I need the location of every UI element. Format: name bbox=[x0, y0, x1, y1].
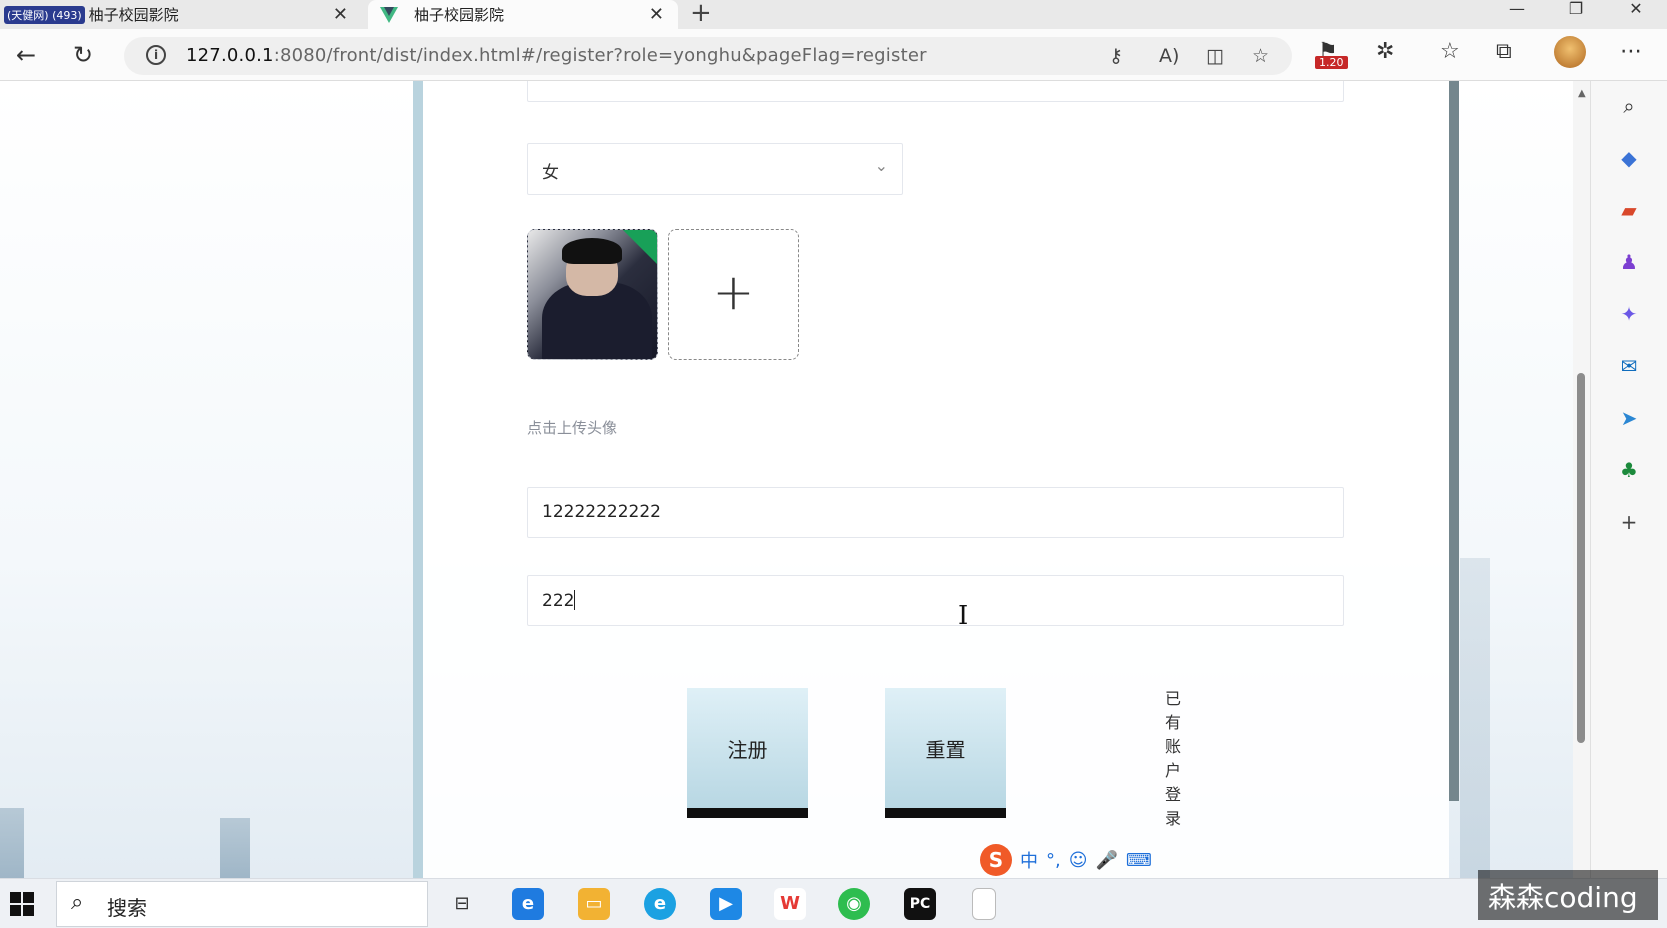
chevron-down-icon: ⌄ bbox=[874, 156, 888, 175]
info-icon[interactable]: i bbox=[146, 45, 166, 65]
ibeam-cursor-icon: I bbox=[958, 601, 969, 631]
windows-taskbar: ⌕ 搜索 ⊟ e ▭ e ▶ W ◉ PC bbox=[0, 878, 1667, 928]
copilot-icon[interactable]: ✦ bbox=[1616, 301, 1642, 327]
login-link[interactable]: 已有账户登录 bbox=[1165, 687, 1183, 831]
search-icon[interactable]: ⌕ bbox=[1616, 93, 1642, 119]
toolbox-icon[interactable]: ▰ bbox=[1616, 197, 1642, 223]
text-cursor bbox=[574, 590, 576, 610]
address-bar[interactable]: i 127.0.0.1:8080/front/dist/index.html#/… bbox=[124, 37, 1292, 75]
collections-icon[interactable]: ⧉ bbox=[1496, 39, 1512, 64]
avatar-upload-button[interactable]: + bbox=[668, 229, 799, 360]
shopping-tag-icon[interactable]: ◆ bbox=[1616, 145, 1642, 171]
building-decoration bbox=[0, 808, 24, 878]
window-close-icon[interactable]: ✕ bbox=[1616, 0, 1656, 18]
register-button[interactable]: 注册 bbox=[687, 688, 808, 818]
file-icon[interactable] bbox=[972, 888, 996, 920]
send-icon[interactable]: ➤ bbox=[1616, 405, 1642, 431]
tab-active[interactable]: 柚子校园影院 ✕ bbox=[368, 0, 678, 29]
wps-icon[interactable]: W bbox=[774, 888, 806, 920]
building-decoration bbox=[1460, 558, 1490, 878]
building-decoration bbox=[220, 818, 250, 878]
close-icon[interactable]: ✕ bbox=[333, 4, 348, 25]
scrollbar-thumb[interactable] bbox=[1577, 373, 1585, 743]
register-panel: 2 女 ⌄ + 点击上传头像 12222222222 222 注册 重置 已有账… bbox=[423, 81, 1449, 878]
ie-icon[interactable]: e bbox=[512, 888, 544, 920]
extension-badge: 1.20 bbox=[1315, 56, 1348, 69]
edge-sidebar: ⌕ ◆ ▰ ♟ ✦ ✉ ➤ ♣ + bbox=[1590, 81, 1667, 878]
tab-badge: (天健网) (493) bbox=[4, 5, 85, 24]
back-icon[interactable]: ← bbox=[16, 41, 36, 69]
upload-hint: 点击上传头像 bbox=[527, 419, 618, 437]
close-icon[interactable]: ✕ bbox=[649, 4, 664, 25]
app-icon[interactable]: ▶ bbox=[710, 888, 742, 920]
profile-avatar[interactable] bbox=[1554, 36, 1586, 68]
tab-title: 柚子校园影院 bbox=[414, 6, 505, 24]
emoji-icon[interactable]: ☺ bbox=[1069, 850, 1088, 871]
search-placeholder: 搜索 bbox=[107, 896, 147, 920]
refresh-icon[interactable]: ↻ bbox=[73, 41, 93, 69]
pycharm-icon[interactable]: PC bbox=[904, 888, 936, 920]
outlook-icon[interactable]: ✉ bbox=[1616, 353, 1642, 379]
page-background: 2 女 ⌄ + 点击上传头像 12222222222 222 注册 重置 已有账… bbox=[0, 81, 1590, 878]
gender-select[interactable]: 女 ⌄ bbox=[527, 143, 903, 195]
vue-logo-icon bbox=[380, 6, 398, 23]
wechat-icon[interactable]: ◉ bbox=[838, 888, 870, 920]
plus-icon: + bbox=[712, 263, 755, 321]
tab-title: 柚子校园影院 bbox=[88, 6, 179, 24]
ime-punct[interactable]: °, bbox=[1046, 850, 1061, 871]
new-tab-button[interactable]: + bbox=[690, 0, 712, 28]
minimize-icon[interactable]: — bbox=[1497, 0, 1537, 18]
watermark: 森森coding bbox=[1478, 870, 1658, 920]
microphone-icon[interactable]: 🎤 bbox=[1096, 850, 1118, 871]
restore-icon[interactable]: ❐ bbox=[1556, 0, 1596, 18]
extensions-icon[interactable]: ✲ bbox=[1376, 39, 1394, 64]
add-favorite-icon[interactable]: ☆ bbox=[1252, 45, 1269, 67]
url-text[interactable]: 127.0.0.1:8080/front/dist/index.html#/re… bbox=[186, 45, 927, 66]
edge-icon[interactable]: e bbox=[644, 888, 676, 920]
file-explorer-icon[interactable]: ▭ bbox=[578, 888, 610, 920]
gender-value: 女 bbox=[542, 163, 559, 183]
name-field[interactable]: 2 bbox=[527, 81, 1344, 102]
email-field[interactable]: 222 bbox=[527, 575, 1344, 626]
add-icon[interactable]: + bbox=[1616, 509, 1642, 535]
reset-button[interactable]: 重置 bbox=[885, 688, 1006, 818]
task-view-icon[interactable]: ⊟ bbox=[446, 888, 478, 920]
more-icon[interactable]: ⋯ bbox=[1620, 39, 1642, 64]
phone-field[interactable]: 12222222222 bbox=[527, 487, 1344, 538]
keyboard-icon[interactable]: ⌨ bbox=[1126, 850, 1152, 871]
browser-toolbar: ← ↻ i 127.0.0.1:8080/front/dist/index.ht… bbox=[0, 29, 1667, 81]
panel-right-border bbox=[1449, 81, 1459, 801]
ime-mode[interactable]: 中 bbox=[1020, 847, 1038, 873]
sogou-logo-icon[interactable]: S bbox=[980, 844, 1012, 876]
start-button[interactable] bbox=[10, 892, 34, 916]
search-icon: ⌕ bbox=[71, 890, 84, 915]
tab-inactive[interactable]: (天健网) (493) 柚子校园影院 ✕ bbox=[0, 0, 362, 29]
scroll-up-icon[interactable]: ▲ bbox=[1578, 88, 1586, 99]
games-icon[interactable]: ♟ bbox=[1616, 249, 1642, 275]
tab-strip: (天健网) (493) 柚子校园影院 ✕ 柚子校园影院 ✕ + — ❐ ✕ bbox=[0, 0, 1667, 29]
tree-icon[interactable]: ♣ bbox=[1616, 457, 1642, 483]
split-screen-icon[interactable]: ◫ bbox=[1206, 45, 1224, 67]
taskbar-search[interactable]: ⌕ 搜索 bbox=[56, 881, 428, 927]
key-icon[interactable]: ⚷ bbox=[1109, 45, 1123, 67]
avatar-preview[interactable] bbox=[527, 229, 658, 360]
favorites-icon[interactable]: ☆ bbox=[1440, 39, 1460, 64]
panel-left-border bbox=[413, 81, 423, 878]
read-aloud-icon[interactable]: A) bbox=[1159, 45, 1179, 67]
ime-toolbar: S 中 °, ☺ 🎤 ⌨ bbox=[980, 843, 1152, 877]
